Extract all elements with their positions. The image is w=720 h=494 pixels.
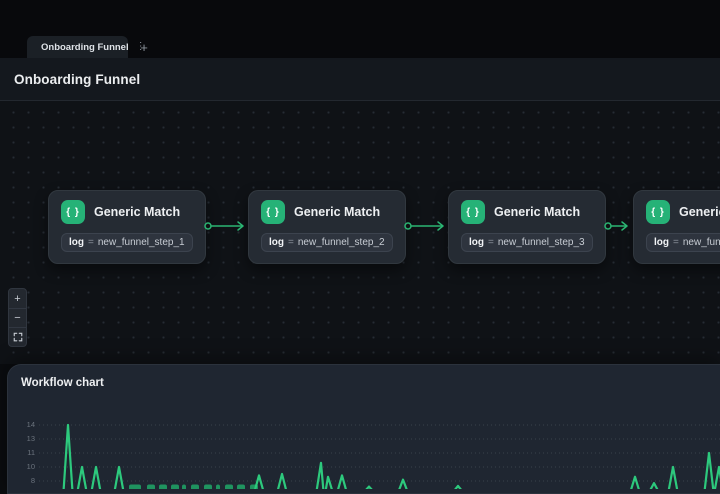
canvas-zoom-controls: + −: [8, 288, 27, 347]
new-tab-button[interactable]: +: [135, 38, 153, 56]
param-value: new_funnel_step_4: [683, 237, 720, 248]
param-value: new_funnel_step_1: [98, 237, 185, 248]
edge-2-3: [403, 220, 448, 232]
edge-1-2: [203, 220, 248, 232]
zoom-in-button[interactable]: +: [9, 289, 26, 308]
param-key: log: [269, 237, 284, 248]
braces-icon: { }: [461, 200, 485, 224]
workflow-chart: 14 13 11 10 8: [8, 421, 720, 489]
param-operator: =: [673, 237, 679, 248]
workflow-chart-panel: Workflow chart 14 13 11 10 8: [7, 364, 720, 494]
tab-bar: Onboarding Funnel ⋮ +: [0, 36, 720, 58]
tab-onboarding-funnel[interactable]: Onboarding Funnel ⋮: [27, 36, 128, 58]
fit-view-icon: [13, 332, 23, 342]
y-tick-label: 8: [15, 477, 35, 485]
chart-title: Workflow chart: [21, 377, 104, 389]
node-generic-match-2[interactable]: { } Generic Match log = new_funnel_step_…: [248, 190, 406, 264]
braces-icon: { }: [61, 200, 85, 224]
node-title: Generic Match: [679, 205, 720, 219]
y-tick-label: 10: [15, 463, 35, 471]
node-param-pill: log = new_funnel_step_1: [61, 233, 193, 252]
param-key: log: [469, 237, 484, 248]
node-param-pill: log = new_funnel_step_3: [461, 233, 593, 252]
flow-canvas[interactable]: { } Generic Match log = new_funnel_step_…: [0, 101, 720, 364]
edge-3-4: [603, 220, 632, 232]
tab-label: Onboarding Funnel: [41, 42, 129, 53]
node-generic-match-1[interactable]: { } Generic Match log = new_funnel_step_…: [48, 190, 206, 264]
param-value: new_funnel_step_2: [298, 237, 385, 248]
fit-view-button[interactable]: [9, 327, 26, 346]
page-header: Onboarding Funnel: [0, 58, 720, 101]
y-tick-label: 14: [15, 421, 35, 429]
node-param-pill: log = new_funnel_step_4: [646, 233, 720, 252]
y-tick-label: 11: [15, 449, 35, 457]
braces-icon: { }: [261, 200, 285, 224]
zoom-out-button[interactable]: −: [9, 308, 26, 327]
node-param-pill: log = new_funnel_step_2: [261, 233, 393, 252]
param-key: log: [69, 237, 84, 248]
param-value: new_funnel_step_3: [498, 237, 585, 248]
node-title: Generic Match: [94, 205, 180, 219]
chart-plot-area: [39, 421, 720, 489]
top-bar: [0, 0, 720, 36]
node-generic-match-3[interactable]: { } Generic Match log = new_funnel_step_…: [448, 190, 606, 264]
param-key: log: [654, 237, 669, 248]
y-tick-label: 13: [15, 435, 35, 443]
braces-icon: { }: [646, 200, 670, 224]
param-operator: =: [488, 237, 494, 248]
node-generic-match-4[interactable]: { } Generic Match log = new_funnel_step_…: [633, 190, 720, 264]
param-operator: =: [88, 237, 94, 248]
node-title: Generic Match: [494, 205, 580, 219]
y-axis-ticks: 14 13 11 10 8: [8, 421, 37, 489]
page-title: Onboarding Funnel: [14, 72, 140, 87]
param-operator: =: [288, 237, 294, 248]
node-title: Generic Match: [294, 205, 380, 219]
